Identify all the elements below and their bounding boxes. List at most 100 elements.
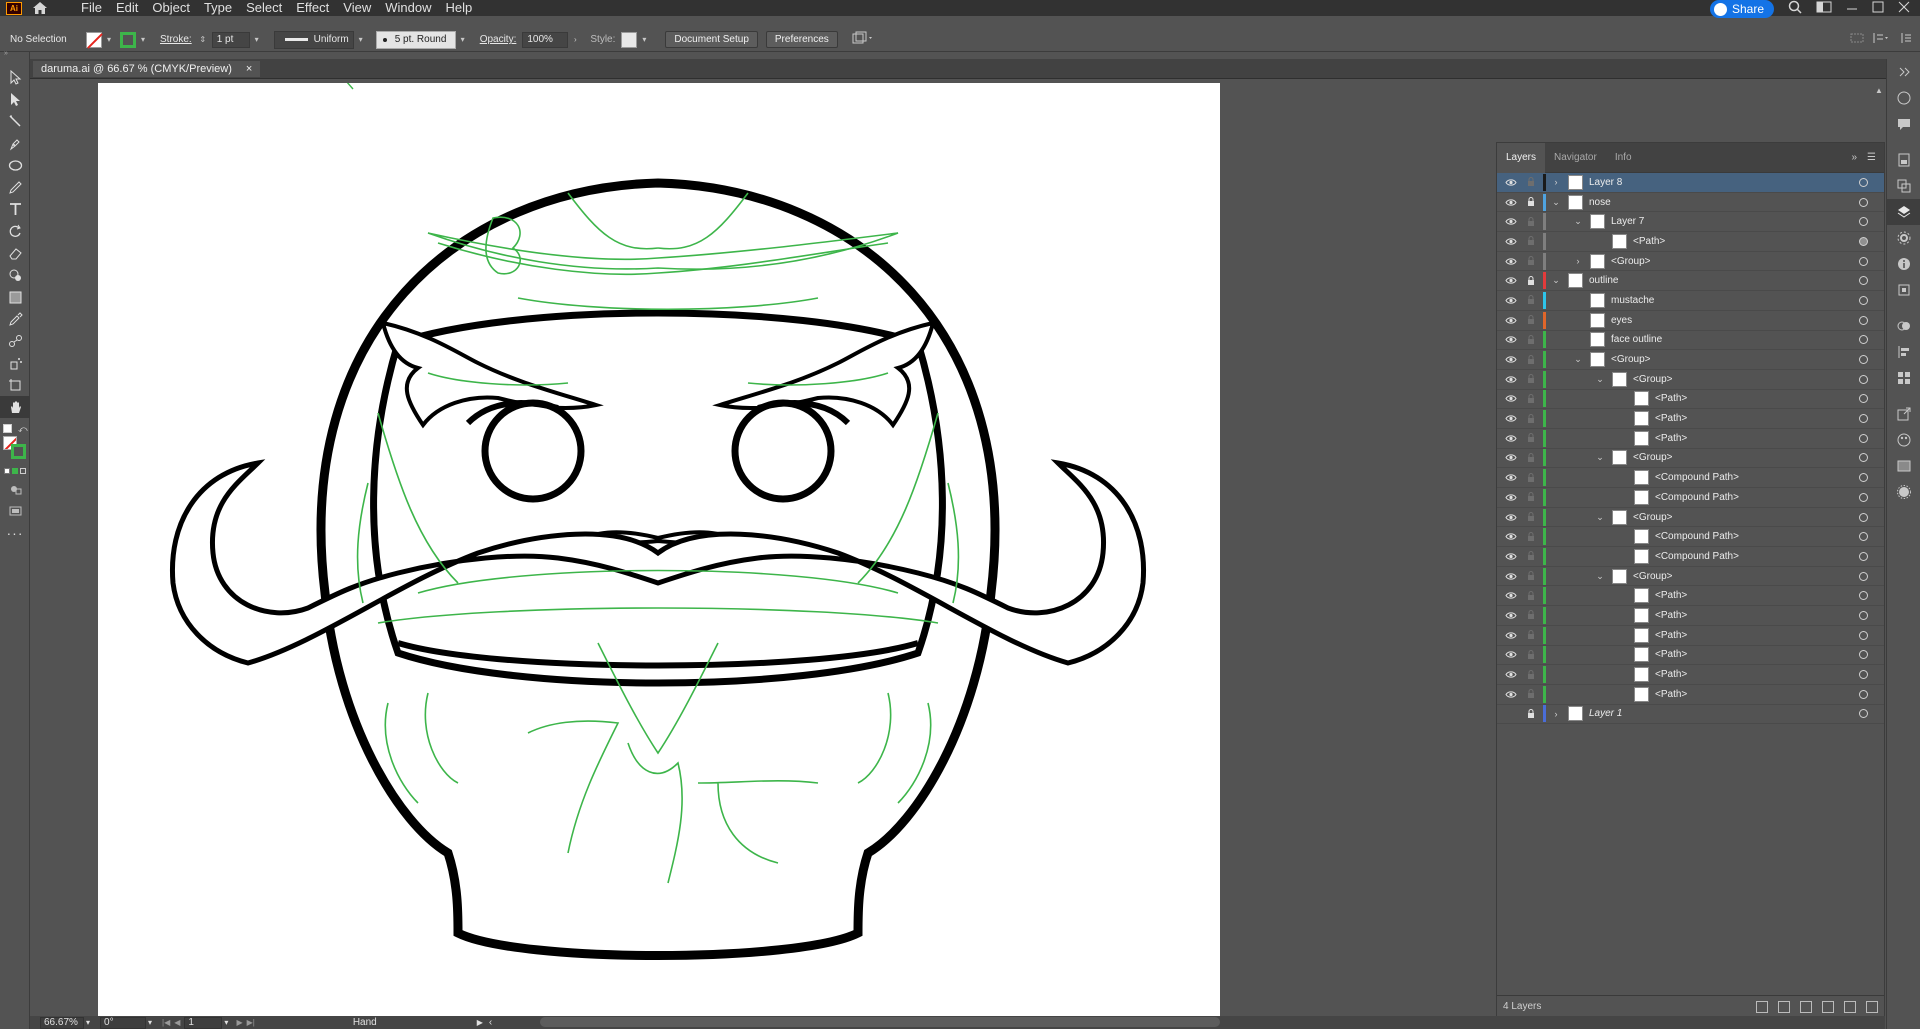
visibility-eye-icon[interactable] [1501, 311, 1521, 330]
layer-row[interactable]: <Path> [1497, 606, 1884, 626]
visibility-eye-icon[interactable] [1501, 685, 1521, 704]
layer-row[interactable]: ⌄ <Group> [1497, 567, 1884, 587]
settings-icon[interactable] [1887, 225, 1920, 251]
dock-collapse-icon[interactable] [1887, 59, 1920, 85]
opacity-expand-icon[interactable]: › [570, 35, 580, 44]
maximize-icon[interactable] [1872, 1, 1884, 16]
lock-icon[interactable] [1521, 547, 1541, 566]
visibility-eye-icon[interactable] [1501, 606, 1521, 625]
transparency-icon[interactable] [1887, 479, 1920, 505]
layer-name[interactable]: <Group> [1633, 512, 1672, 523]
gradient-panel-icon[interactable] [1887, 453, 1920, 479]
zoom-dropdown-icon[interactable]: ▾ [86, 1018, 90, 1027]
lock-icon[interactable] [1521, 468, 1541, 487]
target-circle-icon[interactable] [1859, 414, 1868, 424]
layer-row[interactable]: <Path> [1497, 685, 1884, 705]
pathfinder-icon[interactable] [1887, 365, 1920, 391]
layer-name[interactable]: <Compound Path> [1655, 531, 1739, 542]
layer-name[interactable]: <Path> [1655, 649, 1687, 660]
comments-icon[interactable] [1887, 111, 1920, 137]
layer-name[interactable]: <Path> [1655, 590, 1687, 601]
panel-menu-icon[interactable] [1872, 31, 1890, 48]
minimize-icon[interactable] [1846, 1, 1858, 16]
target-circle-icon[interactable] [1859, 217, 1868, 227]
layer-row[interactable]: eyes [1497, 311, 1884, 331]
visibility-eye-icon[interactable] [1501, 429, 1521, 448]
layer-row[interactable]: <Compound Path> [1497, 468, 1884, 488]
chevron-down-icon[interactable]: ⌄ [1594, 508, 1606, 527]
menu-object[interactable]: Object [145, 0, 197, 16]
fill-stroke-control[interactable]: ⤺ [0, 424, 29, 464]
visibility-eye-icon[interactable] [1501, 232, 1521, 251]
magic-wand-tool[interactable] [0, 110, 30, 132]
libraries-icon[interactable] [1887, 173, 1920, 199]
layer-name[interactable]: <Path> [1655, 689, 1687, 700]
target-circle-icon[interactable] [1859, 551, 1868, 561]
lock-icon[interactable] [1521, 586, 1541, 605]
export-icon[interactable] [1756, 1000, 1768, 1013]
appearance-icon[interactable] [1887, 313, 1920, 339]
close-window-icon[interactable] [1898, 1, 1910, 16]
export-panel-icon[interactable] [1887, 401, 1920, 427]
lock-icon[interactable] [1521, 409, 1541, 428]
chevron-down-icon[interactable]: ⌄ [1594, 370, 1606, 389]
lock-icon[interactable] [1521, 291, 1541, 310]
brush-dropdown-icon[interactable]: ▾ [458, 35, 468, 44]
layer-row[interactable]: › Layer 1 [1497, 705, 1884, 725]
share-button[interactable]: Share [1709, 0, 1774, 18]
lock-icon[interactable] [1521, 331, 1541, 350]
layers-dock-icon[interactable] [1887, 199, 1920, 225]
edit-toolbar-button[interactable]: ··· [0, 522, 30, 544]
chevron-down-icon[interactable]: ⌄ [1594, 449, 1606, 468]
lock-icon[interactable] [1521, 449, 1541, 468]
layer-name[interactable]: <Group> [1611, 256, 1650, 267]
menu-view[interactable]: View [336, 0, 378, 16]
lock-icon[interactable] [1521, 685, 1541, 704]
visibility-eye-icon[interactable] [1501, 449, 1521, 468]
document-tab[interactable]: daruma.ai @ 66.67 % (CMYK/Preview) × [33, 61, 261, 77]
layer-row[interactable]: › <Group> [1497, 252, 1884, 272]
new-layer-icon[interactable] [1844, 1000, 1856, 1013]
transform-icon[interactable] [1887, 277, 1920, 303]
layer-name[interactable]: face outline [1611, 334, 1662, 345]
opacity-label[interactable]: Opacity: [480, 34, 517, 45]
visibility-eye-icon[interactable] [1501, 390, 1521, 409]
layer-name[interactable]: <Path> [1655, 630, 1687, 641]
target-circle-icon[interactable] [1859, 492, 1868, 502]
target-circle-icon[interactable] [1859, 591, 1868, 601]
scroll-up-icon[interactable]: ▲ [1875, 86, 1883, 95]
lock-icon[interactable] [1521, 271, 1541, 290]
pencil-tool[interactable] [0, 176, 30, 198]
visibility-eye-icon[interactable] [1501, 271, 1521, 290]
layer-name[interactable]: <Path> [1655, 433, 1687, 444]
info-icon[interactable] [1887, 251, 1920, 277]
layer-row[interactable]: ⌄ Layer 7 [1497, 212, 1884, 233]
chevron-right-icon[interactable]: › [1572, 252, 1584, 271]
layer-row[interactable]: ⌄ <Group> [1497, 449, 1884, 469]
eraser-tool[interactable] [0, 242, 30, 264]
stroke-dropdown-icon[interactable]: ▾ [138, 35, 148, 44]
visibility-eye-icon[interactable] [1501, 626, 1521, 645]
menu-effect[interactable]: Effect [289, 0, 336, 16]
scroll-left-icon[interactable]: ‹ [489, 1017, 492, 1028]
tab-navigator[interactable]: Navigator [1545, 143, 1606, 173]
lock-icon[interactable] [1521, 646, 1541, 665]
layer-row[interactable]: › Layer 8 [1497, 173, 1884, 193]
swatches-icon[interactable] [1887, 427, 1920, 453]
gradient-tool[interactable] [0, 286, 30, 308]
fill-dropdown-icon[interactable]: ▾ [104, 35, 114, 44]
layer-row[interactable]: <Path> [1497, 646, 1884, 666]
stroke-weight-field[interactable]: 1 pt [211, 31, 250, 48]
chevron-right-icon[interactable]: › [1550, 705, 1562, 724]
artboard[interactable] [98, 80, 1220, 1016]
artboard-dropdown-icon[interactable]: ▾ [224, 1018, 228, 1027]
layer-name[interactable]: <Compound Path> [1655, 472, 1739, 483]
locate-object-icon[interactable] [1778, 1000, 1790, 1013]
stroke-swatch[interactable] [120, 31, 136, 48]
visibility-eye-icon[interactable] [1501, 409, 1521, 428]
visibility-eye-icon[interactable] [1501, 547, 1521, 566]
chevron-down-icon[interactable]: ⌄ [1550, 271, 1562, 290]
tab-layers[interactable]: Layers [1497, 142, 1546, 173]
visibility-eye-icon[interactable] [1501, 291, 1521, 310]
swap-colors-icon[interactable]: ⤺ [18, 424, 28, 435]
